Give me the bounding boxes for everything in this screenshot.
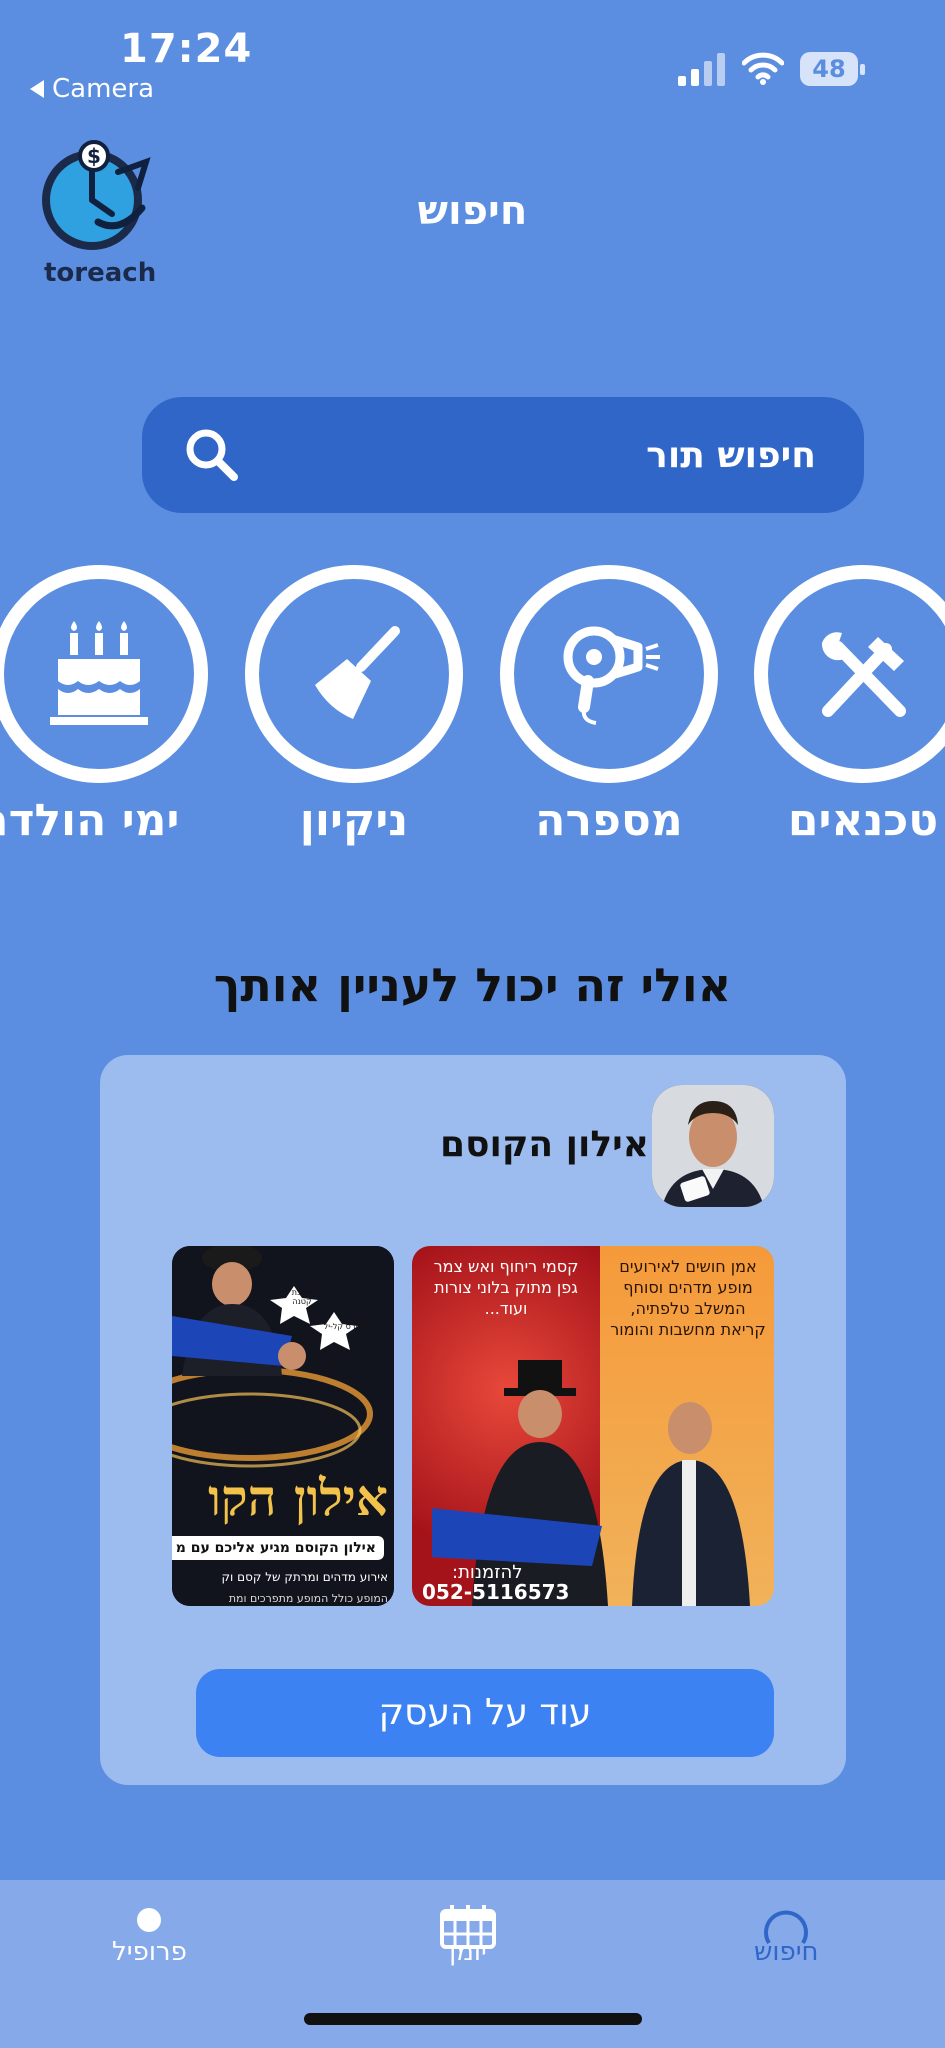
cellular-signal-icon — [678, 53, 725, 86]
avatar[interactable] — [652, 1085, 774, 1207]
wifi-icon — [742, 52, 784, 85]
category-label: מספרה — [535, 795, 683, 846]
poster-left-text: קסמי ריחוף ואש צמר גפן מתוק בלוני צורות … — [433, 1257, 579, 1318]
battery-level: 48 — [812, 55, 846, 83]
search-icon — [186, 429, 238, 481]
home-indicator — [304, 2013, 642, 2025]
search-bar[interactable]: חיפוש תור — [142, 397, 864, 513]
more-about-business-button[interactable]: עוד על העסק — [196, 1669, 774, 1757]
category-technicians[interactable]: טכנאים — [754, 565, 945, 846]
poster-line-2: המופע כולל המופע מתפרכים ומת — [228, 1592, 388, 1605]
category-circle[interactable] — [754, 565, 945, 783]
battery-indicator: 48 — [800, 52, 866, 86]
broom-icon — [315, 626, 400, 719]
logo-text: toreach — [44, 258, 157, 288]
status-time: 17:24 — [120, 26, 253, 72]
tools-icon — [821, 632, 906, 717]
back-label: Camera — [52, 74, 155, 104]
search-label: חיפוש תור — [646, 434, 816, 476]
suggestions-title: אולי זה יכול לעניין אותך — [213, 958, 732, 1012]
tab-profile[interactable]: פרופיל — [112, 1905, 187, 1967]
back-arrow-icon — [30, 80, 44, 98]
tab-search[interactable]: חיפוש — [754, 1905, 819, 1967]
poster-phone: 052-5116573 — [422, 1580, 570, 1604]
poster-star-text-2: פרס קל-יל — [323, 1322, 361, 1331]
hair-dryer-icon — [563, 626, 660, 725]
category-hair-salon[interactable]: מספרה — [500, 565, 718, 846]
poster-banner: אילון הקוסם מגיע אליכם עם מ — [172, 1536, 384, 1560]
category-circle[interactable] — [0, 565, 208, 783]
profile-icon — [137, 1908, 162, 1932]
poster-right-text: אמן חושים לאירועים מופע מדהים וסוחף המשל… — [610, 1257, 766, 1339]
poster-headline: אילון הקו — [208, 1468, 388, 1527]
tab-label: יומן — [449, 1937, 487, 1967]
category-cleaning[interactable]: ניקיון — [245, 565, 463, 846]
category-circle[interactable] — [245, 565, 463, 783]
category-label: ימי הולדת — [0, 795, 180, 846]
business-name[interactable]: אילון הקוסם — [440, 1124, 649, 1165]
promo-image-2[interactable]: כוכבת קטנה פרס קל-יל אילון הקו אילון הקו… — [172, 1246, 394, 1606]
poster-star-text-1: כוכבת קטנה — [291, 1288, 313, 1306]
tab-label: חיפוש — [754, 1937, 819, 1967]
category-circle[interactable] — [500, 565, 718, 783]
category-label: טכנאים — [787, 795, 939, 846]
svg-text:$: $ — [87, 144, 101, 168]
category-birthdays[interactable]: ימי הולדת — [0, 565, 208, 846]
birthday-cake-icon — [50, 621, 148, 725]
poster-line-1: אירוע מדהים ומרתק של קסם וק — [221, 1570, 388, 1584]
promo-image-1[interactable]: קסמי ריחוף ואש צמר גפן מתוק בלוני צורות … — [412, 1246, 774, 1606]
magician-photo — [652, 1085, 774, 1207]
tab-calendar[interactable]: יומן — [438, 1905, 498, 1967]
category-label: ניקיון — [299, 795, 409, 846]
tab-label: פרופיל — [112, 1937, 187, 1967]
page-title: חיפוש — [417, 188, 528, 234]
back-to-camera-link[interactable]: Camera — [30, 74, 154, 104]
